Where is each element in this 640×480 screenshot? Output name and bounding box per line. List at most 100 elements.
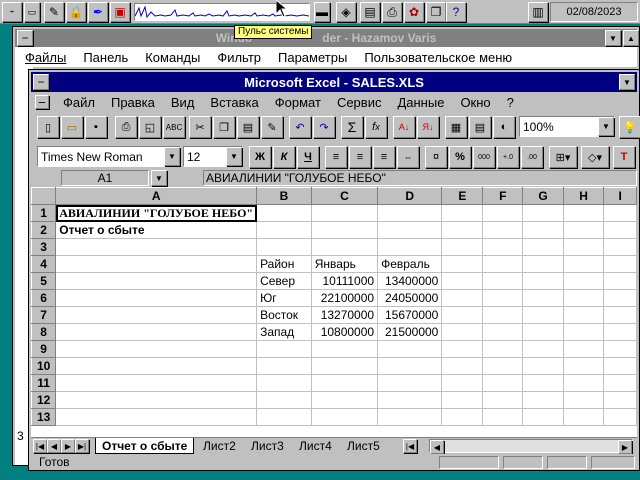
cell[interactable] [377, 204, 443, 222]
sort-ascending-icon[interactable]: A↓ [393, 116, 415, 138]
cell[interactable] [603, 323, 637, 341]
scroll-right-icon[interactable]: ▶ [618, 440, 632, 454]
merge-center-icon[interactable]: ⇔ [397, 146, 419, 168]
sheet-tab-sales-report[interactable]: Отчет о сбыте [95, 438, 195, 454]
horizontal-scrollbar[interactable]: ◀ ▶ [429, 439, 633, 454]
menu-help[interactable]: ? [507, 95, 514, 110]
wc-menu-options[interactable]: Параметры [278, 50, 347, 65]
column-header[interactable]: A [55, 187, 258, 205]
cell[interactable] [311, 374, 379, 392]
last-sheet-icon[interactable]: ▶| [75, 439, 89, 453]
cell[interactable] [256, 374, 312, 392]
row-header[interactable]: 6 [31, 289, 57, 307]
scroll-left-icon[interactable]: ◀ [430, 440, 444, 454]
comma-style-icon[interactable]: 000 [473, 146, 495, 168]
cell[interactable] [256, 221, 312, 239]
cell[interactable]: Запад [256, 323, 312, 341]
cell[interactable] [522, 272, 564, 290]
cell[interactable] [603, 289, 637, 307]
cell[interactable] [377, 408, 443, 426]
cell[interactable] [563, 408, 605, 426]
cell[interactable] [377, 391, 443, 409]
cell[interactable] [55, 340, 258, 358]
cell[interactable]: Февраль [377, 255, 443, 273]
row-header[interactable]: 7 [31, 306, 57, 324]
cell[interactable] [522, 357, 564, 375]
menu-file[interactable]: Файл [63, 95, 95, 110]
wc-menu-files[interactable]: Файлы [25, 50, 66, 65]
folder-icon[interactable]: ▤ [360, 2, 380, 22]
print-icon[interactable]: ⎙ [115, 116, 137, 138]
cell[interactable]: 13400000 [377, 272, 443, 290]
column-header[interactable]: F [482, 187, 524, 205]
cell[interactable] [603, 221, 637, 239]
cell[interactable] [482, 289, 524, 307]
cell[interactable] [482, 221, 524, 239]
font-color-icon[interactable]: T [613, 146, 635, 168]
sheet-tab-4[interactable]: Лист4 [293, 438, 338, 454]
cell[interactable] [522, 323, 564, 341]
cell[interactable]: 22100000 [311, 289, 379, 307]
cell[interactable] [482, 306, 524, 324]
menu-view[interactable]: Вид [171, 95, 195, 110]
excel-title-bar[interactable]: Microsoft Excel - SALES.XLS [31, 72, 637, 92]
cell[interactable] [441, 289, 484, 307]
column-header[interactable]: H [563, 187, 605, 205]
cell[interactable] [377, 340, 443, 358]
cell[interactable] [522, 289, 564, 307]
cell[interactable] [603, 255, 637, 273]
cell[interactable] [482, 374, 524, 392]
cell[interactable]: Отчет о сбыте [55, 221, 258, 239]
undo-icon[interactable]: ↶ [289, 116, 311, 138]
row-header[interactable]: 13 [31, 408, 57, 426]
cell[interactable] [256, 357, 312, 375]
cell[interactable]: Юг [256, 289, 312, 307]
currency-icon[interactable]: ¤ [425, 146, 447, 168]
cell[interactable] [377, 221, 443, 239]
monitor-icon[interactable]: ▣ [110, 2, 130, 22]
keyboard-icon[interactable]: ▬ [314, 2, 330, 22]
row-header[interactable]: 3 [31, 238, 57, 256]
cell[interactable]: 15670000 [377, 306, 443, 324]
save-icon[interactable]: ▪ [85, 116, 107, 138]
background-window-title[interactable]: Windo der - Hazamov Varis [15, 29, 637, 47]
new-file-icon[interactable]: ▯ [37, 116, 59, 138]
row-header[interactable]: 8 [31, 323, 57, 341]
cell[interactable]: 13270000 [311, 306, 379, 324]
sheet-tab-5[interactable]: Лист5 [341, 438, 386, 454]
cell[interactable] [563, 340, 605, 358]
cell[interactable] [55, 238, 258, 256]
printer-icon[interactable]: ⎙ [382, 2, 402, 22]
menu-data[interactable]: Данные [397, 95, 444, 110]
book-icon[interactable]: ▥ [528, 2, 548, 22]
cell[interactable] [482, 408, 524, 426]
column-header[interactable]: C [311, 187, 379, 205]
column-header[interactable]: B [256, 187, 312, 205]
cell[interactable] [603, 340, 637, 358]
row-header[interactable]: 12 [31, 391, 57, 409]
wc-menu-filter[interactable]: Фильтр [217, 50, 261, 65]
cell[interactable] [55, 391, 258, 409]
autosum-icon[interactable]: Σ [341, 116, 363, 138]
increase-decimal-icon[interactable]: +.0 [497, 146, 519, 168]
cell[interactable] [482, 272, 524, 290]
copy-icon[interactable]: ❐ [213, 116, 235, 138]
row-header[interactable]: 9 [31, 340, 57, 358]
cell[interactable] [441, 306, 484, 324]
cell[interactable] [522, 374, 564, 392]
tab-split-handle[interactable]: |◀ [403, 439, 417, 453]
worksheet-grid[interactable]: A B C D E F G H I 1 АВИАЛИНИИ "ГОЛУБОЕ НЕ… [31, 187, 637, 437]
print-preview-icon[interactable]: ◱ [139, 116, 161, 138]
menu-edit[interactable]: Правка [111, 95, 155, 110]
cell[interactable] [311, 391, 379, 409]
brush-icon[interactable]: ✎ [44, 2, 64, 22]
menu-insert[interactable]: Вставка [210, 95, 258, 110]
cell[interactable] [563, 238, 605, 256]
prev-sheet-icon[interactable]: ◀ [47, 439, 61, 453]
cell[interactable] [55, 408, 258, 426]
redo-icon[interactable]: ↷ [313, 116, 335, 138]
cell[interactable] [603, 306, 637, 324]
select-all-corner[interactable] [31, 187, 57, 205]
row-header[interactable]: 1 [31, 204, 57, 222]
cell[interactable] [482, 357, 524, 375]
